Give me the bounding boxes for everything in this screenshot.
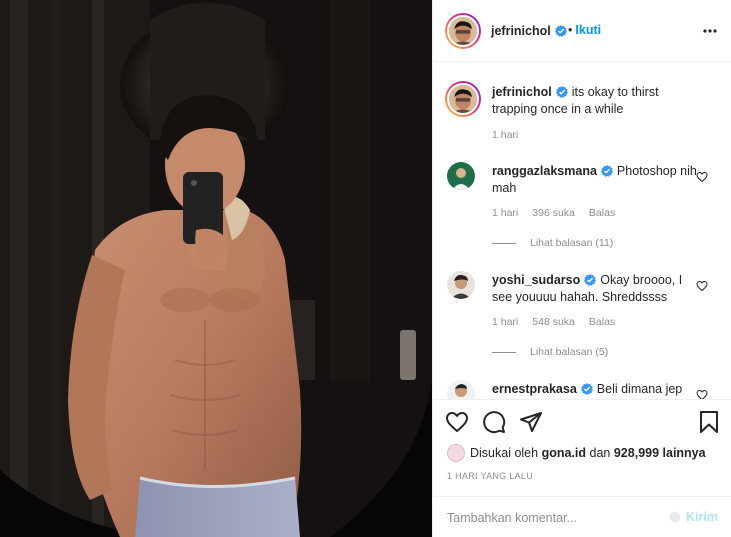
likes-joiner: dan xyxy=(589,446,611,460)
follow-label: Ikuti xyxy=(575,23,602,37)
commenter-avatar-image xyxy=(447,271,475,299)
post-photo-image xyxy=(0,0,432,537)
likes-summary[interactable]: Disukai oleh gona.id dan 928,999 lainnya xyxy=(447,444,706,462)
comment-age[interactable]: 1 hari xyxy=(492,316,518,328)
commenter-username-link[interactable]: ernestprakasa xyxy=(492,382,577,396)
commenter-avatar[interactable] xyxy=(447,271,475,299)
more-options-icon[interactable] xyxy=(700,24,720,38)
caption-meta: 1 hari xyxy=(492,129,532,141)
view-replies-button[interactable]: Lihat balasan (5) xyxy=(492,346,608,358)
share-icon[interactable] xyxy=(519,410,543,434)
follow-separator: • xyxy=(568,23,573,37)
liker-avatar[interactable] xyxy=(447,444,465,462)
caption-age[interactable]: 1 hari xyxy=(492,129,518,141)
comment-like-count[interactable]: 396 suka xyxy=(532,207,575,219)
reply-button[interactable]: Balas xyxy=(589,316,615,328)
follow-button[interactable]: • Ikuti xyxy=(568,23,601,37)
view-replies-label: Lihat balasan (11) xyxy=(530,237,614,249)
caption-avatar[interactable] xyxy=(445,81,481,117)
verified-badge-icon xyxy=(580,383,593,395)
comment-text-block: ranggazlaksmana Photoshop nih mah xyxy=(492,163,697,197)
view-replies-label: Lihat balasan (5) xyxy=(530,346,609,358)
post-side-panel: jefrinichol • Ikuti jefrinichol its okay… xyxy=(432,0,731,537)
replies-divider xyxy=(492,351,516,353)
comment-meta: 1 hari 396 suka Balas xyxy=(492,207,629,219)
comment-item: ernestprakasa Beli dimana jep xyxy=(433,378,731,399)
caption-username-link[interactable]: jefrinichol xyxy=(492,85,552,99)
comment-input[interactable]: Tambahkan komentar... xyxy=(447,511,577,525)
replies-divider xyxy=(492,242,516,244)
caption-text-block: jefrinichol its okay to thirst trapping o… xyxy=(492,84,697,118)
heart-icon[interactable] xyxy=(445,410,469,434)
commenter-avatar[interactable] xyxy=(447,380,475,399)
commenter-avatar[interactable] xyxy=(447,162,475,190)
comment-like-heart-icon[interactable] xyxy=(696,389,708,399)
caption-avatar-image xyxy=(449,85,477,113)
comment-like-heart-icon[interactable] xyxy=(696,171,708,183)
author-username-link[interactable]: jefrinichol xyxy=(491,24,551,38)
author-avatar-image xyxy=(449,17,477,45)
author-avatar[interactable] xyxy=(445,13,481,49)
verified-badge-icon xyxy=(555,25,567,37)
comment-text-block: ernestprakasa Beli dimana jep xyxy=(492,381,697,398)
view-replies-button[interactable]: Lihat balasan (11) xyxy=(492,237,613,249)
comment-composer: Tambahkan komentar... Kirim xyxy=(433,496,731,537)
send-comment-button[interactable]: Kirim xyxy=(686,510,718,524)
post-photo[interactable] xyxy=(0,0,432,537)
likes-count[interactable]: 928,999 lainnya xyxy=(614,446,706,460)
commenter-avatar-image xyxy=(447,162,475,190)
comment-icon[interactable] xyxy=(482,410,506,434)
likes-prefix: Disukai oleh xyxy=(470,446,539,460)
commenter-username-link[interactable]: yoshi_sudarso xyxy=(492,273,580,287)
verified-badge-icon xyxy=(600,165,613,177)
post-timestamp[interactable]: 1 HARI YANG LALU xyxy=(447,471,533,481)
comment-meta: 1 hari 548 suka Balas xyxy=(492,316,629,328)
bookmark-icon[interactable] xyxy=(697,410,721,434)
comment-age[interactable]: 1 hari xyxy=(492,207,518,219)
verified-badge-icon xyxy=(555,86,568,98)
liker-username-link[interactable]: gona.id xyxy=(542,446,586,460)
emoji-icon[interactable] xyxy=(669,511,681,523)
comment-text: Beli dimana jep xyxy=(596,382,683,396)
caption: jefrinichol its okay to thirst trapping o… xyxy=(433,77,731,157)
reply-button[interactable]: Balas xyxy=(589,207,615,219)
comment-item: ranggazlaksmana Photoshop nih mah 1 hari 3… xyxy=(433,160,731,260)
instagram-post-modal: jefrinichol • Ikuti jefrinichol its okay… xyxy=(0,0,731,537)
post-header: jefrinichol • Ikuti xyxy=(433,0,731,62)
comments-list[interactable]: jefrinichol its okay to thirst trapping o… xyxy=(433,63,731,399)
verified-badge-icon xyxy=(584,274,597,286)
comment-like-heart-icon[interactable] xyxy=(696,280,708,292)
commenter-username-link[interactable]: ranggazlaksmana xyxy=(492,164,597,178)
comment-like-count[interactable]: 548 suka xyxy=(532,316,575,328)
commenter-avatar-image xyxy=(447,380,475,399)
comment-text-block: yoshi_sudarso Okay broooo, I see youuuu h… xyxy=(492,272,697,306)
comment-item: yoshi_sudarso Okay broooo, I see youuuu h… xyxy=(433,269,731,369)
